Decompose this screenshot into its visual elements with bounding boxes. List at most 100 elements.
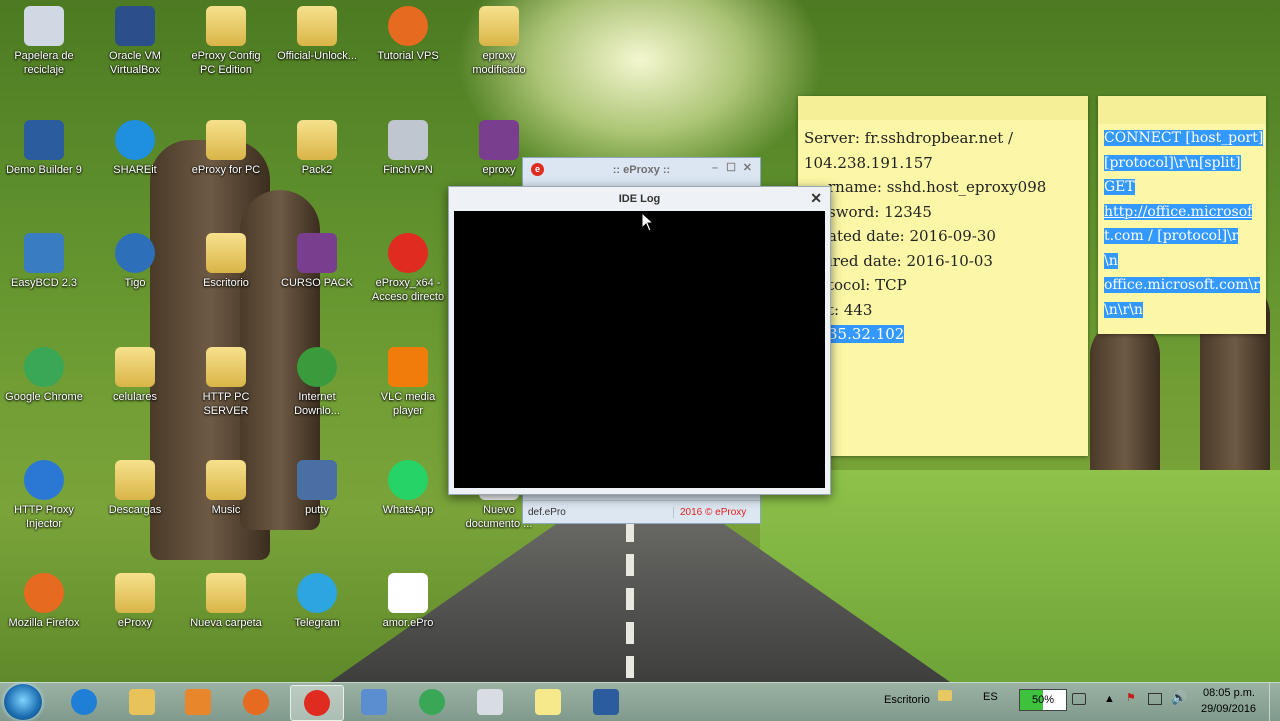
- desktop-icon[interactable]: eProxy Config PC Edition: [183, 6, 269, 77]
- desktop-icon-label: eProxy_x64 - Acceso directo: [371, 277, 445, 303]
- desktop-icon[interactable]: Descargas: [92, 460, 178, 517]
- desktop-icon-label: Nueva carpeta: [190, 617, 262, 629]
- taskbar-button[interactable]: [172, 685, 224, 719]
- firefox-doc-icon: [388, 6, 428, 46]
- toolbar-escritorio-label[interactable]: Escritorio: [884, 694, 930, 706]
- sticky-note-payload[interactable]: CONNECT [host_port] [protocol]\r\n[split…: [1098, 96, 1266, 334]
- desktop-icon[interactable]: Tigo: [92, 233, 178, 290]
- volume-icon[interactable]: 🔊: [1171, 690, 1187, 706]
- sticky-highlighted-text: t.com / [protocol]\r: [1104, 228, 1239, 244]
- desktop-icon[interactable]: eProxy: [92, 573, 178, 630]
- sticky-highlighted-text: GET: [1104, 179, 1135, 195]
- taskbar-button[interactable]: [58, 685, 110, 719]
- ide-log-output[interactable]: [454, 211, 825, 488]
- ide-log-window[interactable]: IDE Log ✕: [448, 186, 831, 495]
- desktop-icon[interactable]: Escritorio: [183, 233, 269, 290]
- desktop-icon[interactable]: Internet Downlo...: [274, 347, 360, 418]
- ide-log-titlebar[interactable]: IDE Log ✕: [449, 187, 830, 211]
- desktop-icon[interactable]: Nueva carpeta: [183, 573, 269, 630]
- desktop-icon[interactable]: Papelera de reciclaje: [1, 6, 87, 77]
- desktop-icon-label: EasyBCD 2.3: [10, 277, 78, 289]
- desktop-icon[interactable]: HTTP Proxy Injector: [1, 460, 87, 531]
- close-icon[interactable]: ✕: [810, 190, 822, 207]
- start-button[interactable]: [4, 684, 42, 720]
- clock-date[interactable]: 29/09/2016: [1201, 703, 1256, 715]
- desktop-icon[interactable]: Demo Builder 9: [1, 120, 87, 177]
- mouse-cursor-icon: [641, 212, 655, 232]
- desktop-icon-label: Escritorio: [203, 277, 249, 289]
- desktop-icon[interactable]: amor.ePro: [365, 573, 451, 630]
- sticky-line: http://office.microsof: [1104, 200, 1266, 225]
- taskbar-button[interactable]: [230, 685, 282, 719]
- tigo-icon: [115, 233, 155, 273]
- sticky-highlighted-link[interactable]: http://office.microsof: [1104, 203, 1253, 220]
- sticky-line: 104.238.191.157: [804, 153, 933, 172]
- firefox-icon: [243, 689, 269, 715]
- sticky-line: ated date: 2016-09-30: [828, 227, 996, 245]
- sticky-line: sword: 12345: [828, 202, 932, 221]
- minimize-icon[interactable]: –: [712, 162, 718, 174]
- taskbar-button[interactable]: [116, 685, 168, 719]
- desktop-icon[interactable]: eproxy modificado: [456, 6, 542, 77]
- desktop-icon[interactable]: Official-Unlock...: [274, 6, 360, 63]
- taskbar-button[interactable]: [522, 685, 574, 719]
- taskbar-button[interactable]: [406, 685, 458, 719]
- desktop-icon[interactable]: Google Chrome: [1, 347, 87, 404]
- winrar-icon: [297, 233, 337, 273]
- globe-icon: [24, 460, 64, 500]
- desktop-icon[interactable]: Pack2: [274, 120, 360, 177]
- desktop-icon[interactable]: VLC media player: [365, 347, 451, 418]
- folder-toolbar-icon[interactable]: [938, 690, 952, 701]
- show-desktop-button[interactable]: [1269, 683, 1280, 721]
- folder-icon: [297, 120, 337, 160]
- desktop-icon[interactable]: Tutorial VPS: [365, 6, 451, 63]
- language-indicator[interactable]: ES: [983, 691, 998, 703]
- desktop-icon-label: Internet Downlo...: [294, 391, 340, 417]
- desktop-icon-label: eProxy: [117, 617, 153, 629]
- file-icon: [388, 573, 428, 613]
- taskbar-button[interactable]: [348, 685, 400, 719]
- desktop-icon-label: FinchVPN: [383, 164, 433, 176]
- desktop-icon[interactable]: celulares: [92, 347, 178, 404]
- taskbar-button[interactable]: [580, 685, 632, 719]
- maximize-icon[interactable]: ☐: [726, 161, 736, 174]
- desktop-icon[interactable]: eProxy_x64 - Acceso directo: [365, 233, 451, 304]
- eproxy-titlebar[interactable]: e :: eProxy :: – ☐ ✕: [523, 158, 760, 182]
- desktop-icon[interactable]: FinchVPN: [365, 120, 451, 177]
- desktop-icon[interactable]: EasyBCD 2.3: [1, 233, 87, 290]
- desktop-icon[interactable]: Music: [183, 460, 269, 517]
- chrome-icon: [419, 689, 445, 715]
- taskbar-button[interactable]: [464, 685, 516, 719]
- sticky-note-bar[interactable]: [798, 96, 1088, 120]
- desktop-icon[interactable]: WhatsApp: [365, 460, 451, 517]
- window-switch-icon[interactable]: [1072, 693, 1086, 705]
- idm-icon: [297, 347, 337, 387]
- close-icon[interactable]: ✕: [743, 161, 752, 174]
- desktop-icon[interactable]: eProxy for PC: [183, 120, 269, 177]
- desktop-icon[interactable]: Oracle VM VirtualBox: [92, 6, 178, 77]
- network-icon[interactable]: [1148, 693, 1162, 705]
- status-file-name: def.ePro: [528, 506, 566, 518]
- sticky-note-bar[interactable]: [1098, 96, 1266, 124]
- taskbar-button[interactable]: [290, 685, 344, 721]
- desktop-icon[interactable]: Telegram: [274, 573, 360, 630]
- desktop-icon-label: VLC media player: [380, 391, 436, 417]
- folder-icon: [206, 120, 246, 160]
- desktop-icon[interactable]: CURSO PACK: [274, 233, 360, 290]
- battery-indicator[interactable]: 50%: [1019, 689, 1067, 711]
- chrome-icon: [24, 347, 64, 387]
- desktop-icon[interactable]: SHAREit: [92, 120, 178, 177]
- show-hidden-icons-icon[interactable]: ▲: [1104, 693, 1115, 705]
- clock-time[interactable]: 08:05 p.m.: [1203, 687, 1255, 699]
- desktop-icon[interactable]: Mozilla Firefox: [1, 573, 87, 630]
- folder-icon: [206, 460, 246, 500]
- sticky-note-server[interactable]: Server: fr.sshdropbear.net / 104.238.191…: [798, 96, 1088, 456]
- desktop-icon-label: eProxy Config PC Edition: [191, 50, 261, 76]
- sticky-line: tocol: TCP: [828, 276, 907, 294]
- desktop-icon[interactable]: putty: [274, 460, 360, 517]
- desktop-icon[interactable]: HTTP PC SERVER: [183, 347, 269, 418]
- desktop-icon-label: Tutorial VPS: [377, 50, 439, 62]
- desktop-icon-label: Telegram: [294, 617, 340, 629]
- action-center-flag-icon[interactable]: ⚑: [1126, 691, 1136, 704]
- sticky-line: ired date: 2016-10-03: [828, 251, 993, 270]
